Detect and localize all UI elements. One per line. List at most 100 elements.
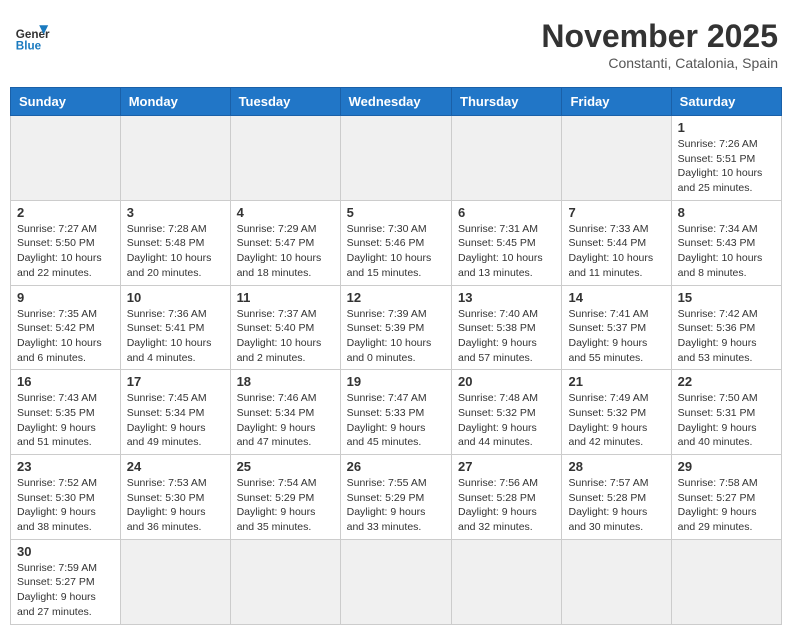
calendar-cell: 27Sunrise: 7:56 AM Sunset: 5:28 PM Dayli… bbox=[452, 455, 562, 540]
day-info: Sunrise: 7:47 AM Sunset: 5:33 PM Dayligh… bbox=[347, 391, 445, 450]
calendar-cell: 22 Sunrise: 7:50 AM Sunset: 5:31 PM Dayli… bbox=[671, 370, 781, 455]
day-info: Sunrise: 7:39 AM Sunset: 5:39 PM Dayligh… bbox=[347, 307, 445, 366]
calendar-cell: 30 Sunrise: 7:59 AM Sunset: 5:27 PM Dayli… bbox=[11, 539, 121, 624]
day-header-monday: Monday bbox=[120, 88, 230, 116]
day-info: Sunrise: 7:53 AM Sunset: 5:30 PM Dayligh… bbox=[127, 476, 224, 535]
calendar-cell: 12 Sunrise: 7:39 AM Sunset: 5:39 PM Dayli… bbox=[340, 285, 451, 370]
calendar-cell: 11 Sunrise: 7:37 AM Sunset: 5:40 PM Dayli… bbox=[230, 285, 340, 370]
calendar-cell: 20 Sunrise: 7:48 AM Sunset: 5:32 PM Dayli… bbox=[452, 370, 562, 455]
calendar-cell: 3Sunrise: 7:28 AM Sunset: 5:48 PM Daylig… bbox=[120, 200, 230, 285]
day-number: 9 bbox=[17, 290, 114, 305]
day-info: Sunrise: 7:31 AM Sunset: 5:45 PM Dayligh… bbox=[458, 222, 555, 281]
day-info: Sunrise: 7:59 AM Sunset: 5:27 PM Dayligh… bbox=[17, 561, 114, 620]
calendar-cell bbox=[562, 539, 671, 624]
week-row-4: 16 Sunrise: 7:43 AM Sunset: 5:35 PM Dayli… bbox=[11, 370, 782, 455]
day-info: Sunrise: 7:43 AM Sunset: 5:35 PM Dayligh… bbox=[17, 391, 114, 450]
week-row-5: 23 Sunrise: 7:52 AM Sunset: 5:30 PM Dayli… bbox=[11, 455, 782, 540]
calendar-cell: 14 Sunrise: 7:41 AM Sunset: 5:37 PM Dayli… bbox=[562, 285, 671, 370]
day-header-friday: Friday bbox=[562, 88, 671, 116]
day-number: 23 bbox=[17, 459, 114, 474]
day-info: Sunrise: 7:42 AM Sunset: 5:36 PM Dayligh… bbox=[678, 307, 775, 366]
day-number: 13 bbox=[458, 290, 555, 305]
logo-icon: General Blue bbox=[14, 18, 50, 54]
day-info: Sunrise: 7:49 AM Sunset: 5:32 PM Dayligh… bbox=[568, 391, 664, 450]
day-info: Sunrise: 7:41 AM Sunset: 5:37 PM Dayligh… bbox=[568, 307, 664, 366]
day-number: 12 bbox=[347, 290, 445, 305]
day-number: 15 bbox=[678, 290, 775, 305]
day-number: 14 bbox=[568, 290, 664, 305]
day-number: 11 bbox=[237, 290, 334, 305]
header: General Blue November 2025 Constanti, Ca… bbox=[10, 10, 782, 79]
day-number: 27 bbox=[458, 459, 555, 474]
day-number: 22 bbox=[678, 374, 775, 389]
day-number: 3 bbox=[127, 205, 224, 220]
calendar-cell bbox=[230, 539, 340, 624]
day-header-sunday: Sunday bbox=[11, 88, 121, 116]
day-number: 21 bbox=[568, 374, 664, 389]
day-number: 10 bbox=[127, 290, 224, 305]
day-number: 16 bbox=[17, 374, 114, 389]
calendar-cell bbox=[230, 116, 340, 201]
calendar-cell: 4 Sunrise: 7:29 AM Sunset: 5:47 PM Daylig… bbox=[230, 200, 340, 285]
calendar-cell: 5Sunrise: 7:30 AM Sunset: 5:46 PM Daylig… bbox=[340, 200, 451, 285]
calendar-cell: 6 Sunrise: 7:31 AM Sunset: 5:45 PM Daylig… bbox=[452, 200, 562, 285]
day-info: Sunrise: 7:45 AM Sunset: 5:34 PM Dayligh… bbox=[127, 391, 224, 450]
day-number: 26 bbox=[347, 459, 445, 474]
calendar-cell bbox=[11, 116, 121, 201]
calendar: SundayMondayTuesdayWednesdayThursdayFrid… bbox=[10, 87, 782, 625]
day-info: Sunrise: 7:27 AM Sunset: 5:50 PM Dayligh… bbox=[17, 222, 114, 281]
day-info: Sunrise: 7:46 AM Sunset: 5:34 PM Dayligh… bbox=[237, 391, 334, 450]
day-info: Sunrise: 7:30 AM Sunset: 5:46 PM Dayligh… bbox=[347, 222, 445, 281]
day-info: Sunrise: 7:54 AM Sunset: 5:29 PM Dayligh… bbox=[237, 476, 334, 535]
day-number: 25 bbox=[237, 459, 334, 474]
calendar-cell: 2Sunrise: 7:27 AM Sunset: 5:50 PM Daylig… bbox=[11, 200, 121, 285]
calendar-cell bbox=[671, 539, 781, 624]
day-header-tuesday: Tuesday bbox=[230, 88, 340, 116]
day-number: 17 bbox=[127, 374, 224, 389]
day-number: 19 bbox=[347, 374, 445, 389]
calendar-cell: 25 Sunrise: 7:54 AM Sunset: 5:29 PM Dayli… bbox=[230, 455, 340, 540]
day-number: 1 bbox=[678, 120, 775, 135]
month-title: November 2025 bbox=[541, 18, 778, 55]
day-info: Sunrise: 7:34 AM Sunset: 5:43 PM Dayligh… bbox=[678, 222, 775, 281]
day-number: 29 bbox=[678, 459, 775, 474]
day-info: Sunrise: 7:57 AM Sunset: 5:28 PM Dayligh… bbox=[568, 476, 664, 535]
day-number: 4 bbox=[237, 205, 334, 220]
week-row-3: 9Sunrise: 7:35 AM Sunset: 5:42 PM Daylig… bbox=[11, 285, 782, 370]
day-number: 8 bbox=[678, 205, 775, 220]
week-row-6: 30 Sunrise: 7:59 AM Sunset: 5:27 PM Dayli… bbox=[11, 539, 782, 624]
day-info: Sunrise: 7:33 AM Sunset: 5:44 PM Dayligh… bbox=[568, 222, 664, 281]
day-info: Sunrise: 7:26 AM Sunset: 5:51 PM Dayligh… bbox=[678, 137, 775, 196]
calendar-cell: 23 Sunrise: 7:52 AM Sunset: 5:30 PM Dayli… bbox=[11, 455, 121, 540]
days-header-row: SundayMondayTuesdayWednesdayThursdayFrid… bbox=[11, 88, 782, 116]
day-info: Sunrise: 7:37 AM Sunset: 5:40 PM Dayligh… bbox=[237, 307, 334, 366]
day-info: Sunrise: 7:29 AM Sunset: 5:47 PM Dayligh… bbox=[237, 222, 334, 281]
day-info: Sunrise: 7:48 AM Sunset: 5:32 PM Dayligh… bbox=[458, 391, 555, 450]
calendar-cell: 19 Sunrise: 7:47 AM Sunset: 5:33 PM Dayli… bbox=[340, 370, 451, 455]
calendar-cell: 26Sunrise: 7:55 AM Sunset: 5:29 PM Dayli… bbox=[340, 455, 451, 540]
day-number: 30 bbox=[17, 544, 114, 559]
calendar-cell: 21 Sunrise: 7:49 AM Sunset: 5:32 PM Dayli… bbox=[562, 370, 671, 455]
day-info: Sunrise: 7:50 AM Sunset: 5:31 PM Dayligh… bbox=[678, 391, 775, 450]
day-info: Sunrise: 7:52 AM Sunset: 5:30 PM Dayligh… bbox=[17, 476, 114, 535]
day-header-saturday: Saturday bbox=[671, 88, 781, 116]
calendar-cell: 28Sunrise: 7:57 AM Sunset: 5:28 PM Dayli… bbox=[562, 455, 671, 540]
calendar-cell: 1 Sunrise: 7:26 AM Sunset: 5:51 PM Daylig… bbox=[671, 116, 781, 201]
day-number: 6 bbox=[458, 205, 555, 220]
day-info: Sunrise: 7:40 AM Sunset: 5:38 PM Dayligh… bbox=[458, 307, 555, 366]
day-info: Sunrise: 7:58 AM Sunset: 5:27 PM Dayligh… bbox=[678, 476, 775, 535]
calendar-cell: 29 Sunrise: 7:58 AM Sunset: 5:27 PM Dayli… bbox=[671, 455, 781, 540]
day-number: 20 bbox=[458, 374, 555, 389]
day-number: 7 bbox=[568, 205, 664, 220]
calendar-cell bbox=[562, 116, 671, 201]
calendar-cell bbox=[120, 539, 230, 624]
calendar-cell: 15 Sunrise: 7:42 AM Sunset: 5:36 PM Dayli… bbox=[671, 285, 781, 370]
calendar-cell bbox=[452, 539, 562, 624]
day-number: 18 bbox=[237, 374, 334, 389]
calendar-cell: 17 Sunrise: 7:45 AM Sunset: 5:34 PM Dayli… bbox=[120, 370, 230, 455]
calendar-cell bbox=[340, 116, 451, 201]
calendar-cell bbox=[120, 116, 230, 201]
calendar-cell: 8 Sunrise: 7:34 AM Sunset: 5:43 PM Daylig… bbox=[671, 200, 781, 285]
week-row-2: 2Sunrise: 7:27 AM Sunset: 5:50 PM Daylig… bbox=[11, 200, 782, 285]
calendar-cell: 7 Sunrise: 7:33 AM Sunset: 5:44 PM Daylig… bbox=[562, 200, 671, 285]
